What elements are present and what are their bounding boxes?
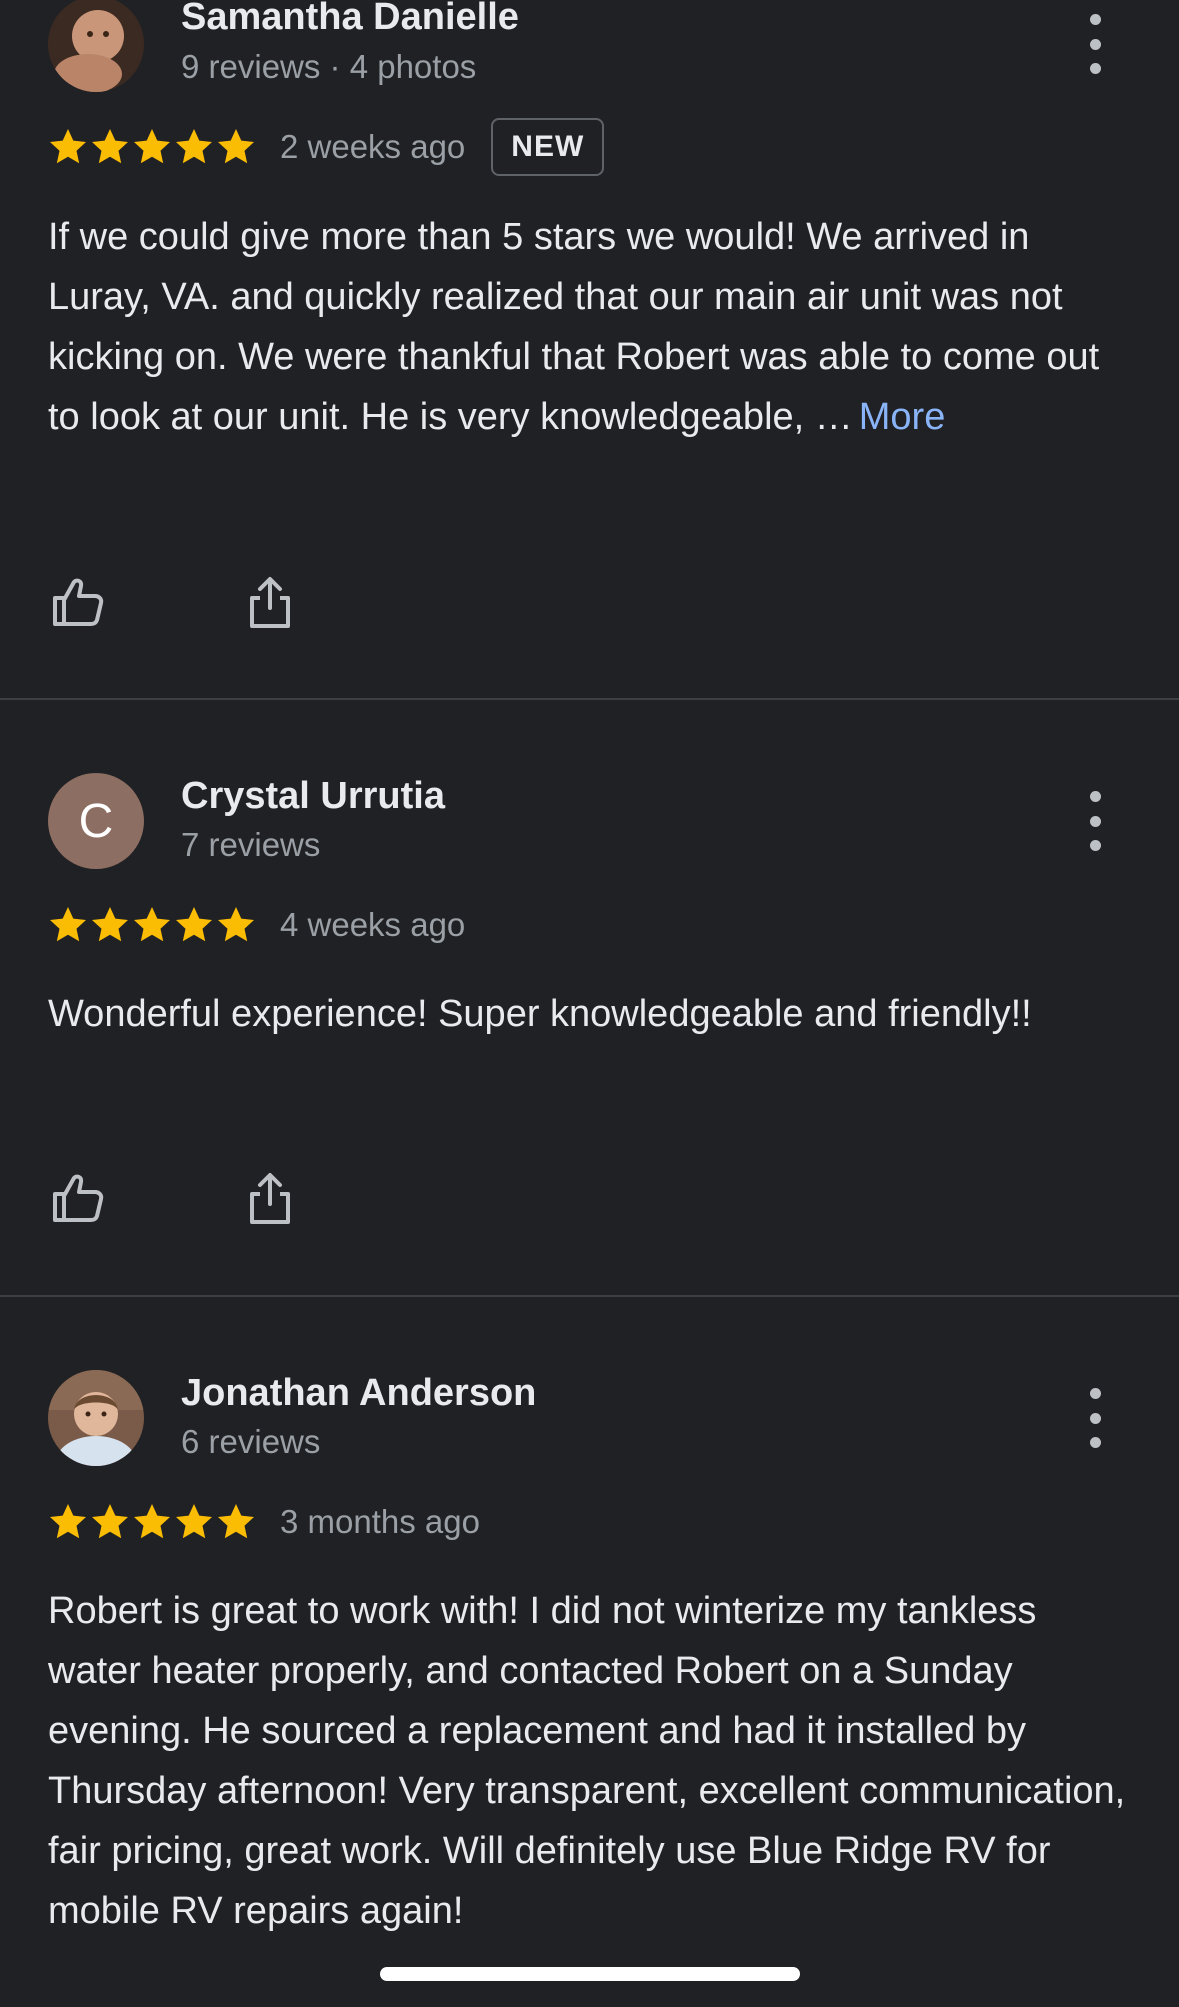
avatar[interactable]: [48, 1370, 144, 1466]
review-card: Samantha Danielle 9 reviews · 4 photos 2…: [0, 0, 1179, 700]
reviewer-name[interactable]: Jonathan Anderson: [181, 1372, 536, 1415]
review-time: 3 months ago: [280, 1503, 480, 1540]
avatar[interactable]: [48, 0, 144, 92]
rating-row: 3 months ago: [48, 1497, 480, 1547]
review-card: C Crystal Urrutia 7 reviews 4 weeks ago …: [0, 700, 1179, 1296]
share-icon[interactable]: [242, 574, 298, 630]
star-icon: [92, 129, 128, 164]
star-icon: [50, 907, 86, 942]
reviewer-meta[interactable]: 7 reviews: [181, 826, 320, 864]
star-icon: [50, 129, 86, 164]
review-time: 2 weeks ago: [280, 128, 466, 165]
thumb-up-icon[interactable]: [50, 574, 106, 630]
review-text: If we could give more than 5 stars we wo…: [48, 207, 1138, 447]
review-card: Jonathan Anderson 6 reviews 3 months ago…: [0, 1297, 1179, 2007]
rating-row: 2 weeks ago NEW: [48, 118, 605, 176]
star-rating: [48, 127, 258, 167]
man-portrait-avatar-icon: [48, 1370, 144, 1466]
star-icon: [218, 129, 254, 164]
reviewer-name[interactable]: Crystal Urrutia: [181, 775, 445, 818]
more-link[interactable]: More: [859, 396, 946, 438]
more-vert-icon[interactable]: [1080, 1388, 1110, 1448]
star-icon: [176, 907, 212, 942]
rating-row: 4 weeks ago: [48, 900, 465, 950]
avatar[interactable]: C: [48, 773, 144, 869]
share-icon[interactable]: [242, 1170, 298, 1226]
new-badge: NEW: [491, 118, 605, 176]
more-vert-icon[interactable]: [1080, 791, 1110, 851]
star-icon: [218, 1504, 254, 1539]
star-icon: [92, 1504, 128, 1539]
review-text: Robert is great to work with! I did not …: [48, 1590, 1126, 1932]
reviewer-meta[interactable]: 9 reviews · 4 photos: [181, 48, 476, 86]
home-indicator[interactable]: [380, 1967, 800, 1981]
star-icon: [134, 907, 170, 942]
star-icon: [176, 129, 212, 164]
reviewer-meta[interactable]: 6 reviews: [181, 1423, 320, 1461]
reviewer-name[interactable]: Samantha Danielle: [181, 0, 519, 39]
review-time: 4 weeks ago: [280, 906, 466, 943]
star-icon: [50, 1504, 86, 1539]
baby-photo-avatar-icon: [48, 0, 144, 92]
star-icon: [134, 1504, 170, 1539]
star-icon: [92, 907, 128, 942]
review-text: Wonderful experience! Super knowledgeabl…: [48, 993, 1032, 1035]
star-rating: [48, 905, 258, 945]
star-rating: [48, 1502, 258, 1542]
star-icon: [176, 1504, 212, 1539]
more-vert-icon[interactable]: [1080, 14, 1110, 74]
star-icon: [218, 907, 254, 942]
star-icon: [134, 129, 170, 164]
thumb-up-icon[interactable]: [50, 1170, 106, 1226]
